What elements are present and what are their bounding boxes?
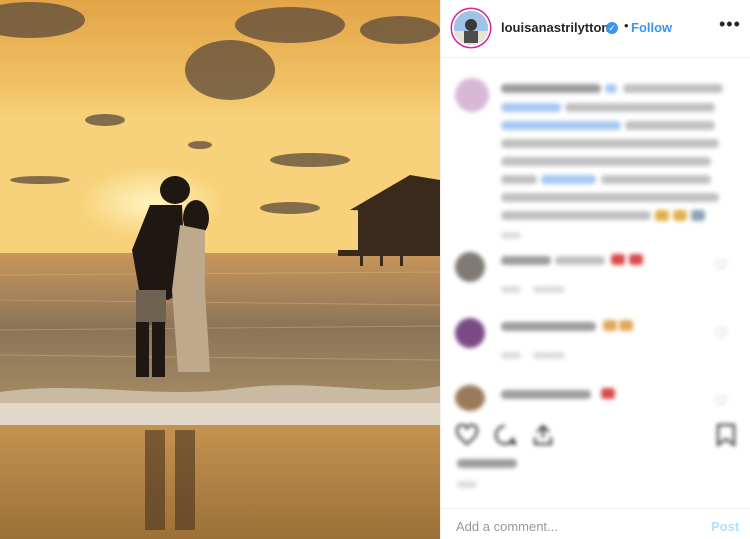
comment-input[interactable]: Add a comment... xyxy=(456,519,558,534)
caption-timestamp xyxy=(501,232,521,239)
caption-text-line xyxy=(501,139,719,148)
heart-icon[interactable] xyxy=(455,423,479,452)
comment-text xyxy=(555,256,605,265)
post-header: louisanastrilytton ✓ • Follow ••• xyxy=(441,0,750,58)
comment-reply-link[interactable] xyxy=(533,286,565,293)
comment-timestamp xyxy=(501,286,521,293)
verified-badge-icon: ✓ xyxy=(606,22,618,34)
caption-text-line xyxy=(623,84,723,93)
caption-mention[interactable] xyxy=(501,103,561,112)
comment-icon[interactable] xyxy=(493,423,517,452)
more-options-icon[interactable]: ••• xyxy=(719,14,741,35)
comment-username[interactable] xyxy=(501,390,591,399)
comment-emoji xyxy=(629,254,643,265)
comment-like-icon[interactable] xyxy=(715,326,727,339)
comment-username[interactable] xyxy=(501,256,551,265)
bookmark-icon[interactable] xyxy=(715,423,737,452)
comment-username[interactable] xyxy=(501,322,596,331)
caption-text-line xyxy=(501,175,537,184)
post-actions xyxy=(441,415,750,475)
caption-text-line xyxy=(565,103,715,112)
header-separator: • xyxy=(624,18,629,33)
add-comment-bar: Add a comment... Post xyxy=(441,508,750,539)
author-username[interactable]: louisanastrilytton xyxy=(501,20,609,35)
comment-emoji xyxy=(611,254,625,265)
comment-emoji xyxy=(601,388,615,399)
comment-timestamp xyxy=(501,352,521,359)
caption-text-line xyxy=(501,211,651,220)
likes-count[interactable] xyxy=(457,459,517,468)
post-sidebar: louisanastrilytton ✓ • Follow ••• Add a … xyxy=(440,0,750,539)
author-avatar[interactable] xyxy=(454,11,488,45)
caption-text-line xyxy=(601,175,711,184)
caption-text-line xyxy=(501,193,719,202)
caption-verified-badge xyxy=(605,84,617,93)
post-timestamp xyxy=(457,481,477,488)
caption-avatar[interactable] xyxy=(455,78,489,112)
caption-emoji xyxy=(655,210,669,221)
comment-emoji xyxy=(603,320,617,331)
post-photo[interactable] xyxy=(0,0,440,539)
caption-text-line xyxy=(625,121,715,130)
caption-username xyxy=(501,84,601,93)
follow-button[interactable]: Follow xyxy=(631,20,672,35)
post-comment-button[interactable]: Post xyxy=(711,519,739,534)
caption-emoji xyxy=(691,210,705,221)
caption-mention[interactable] xyxy=(501,121,621,130)
caption-text-line xyxy=(501,157,711,166)
comment-reply-link[interactable] xyxy=(533,352,565,359)
caption-emoji xyxy=(673,210,687,221)
share-icon[interactable] xyxy=(531,423,555,452)
comment-avatar[interactable] xyxy=(455,385,485,411)
caption-hashtag[interactable] xyxy=(541,175,596,184)
comment-like-icon[interactable] xyxy=(715,258,727,271)
comment-emoji xyxy=(619,320,633,331)
comment-avatar[interactable] xyxy=(455,318,485,348)
comment-avatar[interactable] xyxy=(455,252,485,282)
comment-like-icon[interactable] xyxy=(715,394,727,407)
